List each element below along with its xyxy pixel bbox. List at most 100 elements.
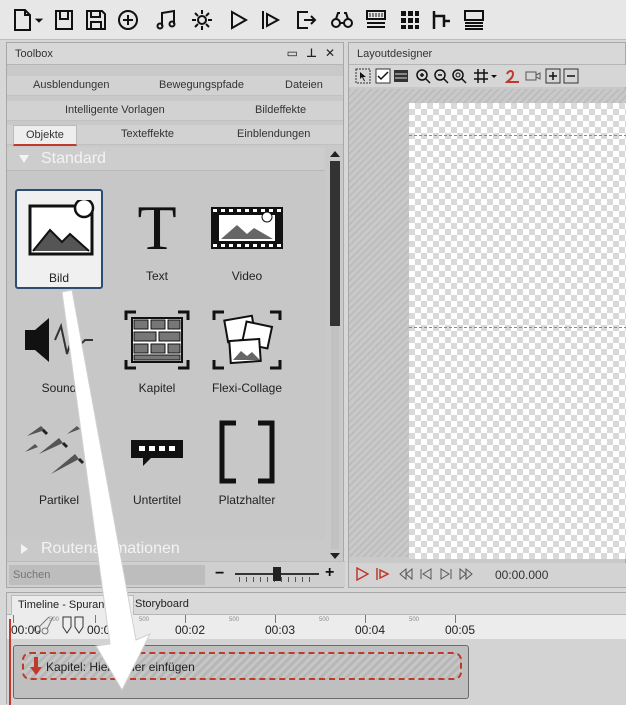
snap-tool-icon[interactable] [375,68,391,84]
object-untertitel-label: Untertitel [132,493,182,507]
play-from-marker-icon[interactable] [375,567,389,581]
tab-intelligente-vorlagen[interactable]: Intelligente Vorlagen [65,104,165,116]
chapter-drop-zone[interactable]: Kapitel: Hier Bilder einfügen [22,652,462,680]
tab-objekte[interactable]: Objekte [13,125,77,146]
ruler-tick [13,615,14,623]
binoculars-icon[interactable] [328,6,356,34]
toolbox-scrollbar[interactable] [329,149,341,561]
object-kapitel[interactable]: Kapitel [113,301,201,401]
step-back-icon[interactable] [419,567,433,581]
step-forward-icon[interactable] [439,567,453,581]
play-icon[interactable] [224,6,252,34]
collage-icon [209,307,285,373]
group-standard-header[interactable]: Standard [7,147,325,171]
object-sound-label: Sound [41,381,77,395]
tab-ausblendungen[interactable]: Ausblendungen [33,79,109,91]
object-partikel[interactable]: Partikel [15,413,103,513]
path-tool-icon[interactable] [505,68,521,84]
tab-texteffekte[interactable]: Texteffekte [121,128,174,140]
storyboard-icon[interactable] [460,6,488,34]
add-frame-icon[interactable] [545,68,561,84]
remove-frame-icon[interactable] [563,68,579,84]
object-bild[interactable]: Bild [15,189,103,289]
group-routen-header[interactable]: Routenanimationen [7,537,325,561]
close-icon[interactable]: ✕ [325,47,335,59]
particles-icon [21,419,97,485]
layout-canvas-area[interactable] [349,89,626,559]
layout-canvas[interactable] [409,103,626,559]
zoom-out-icon[interactable] [433,68,449,84]
grid-icon[interactable] [473,68,489,84]
rewind-icon[interactable] [399,567,413,581]
grid-dropdown-icon[interactable] [489,68,499,84]
add-icon[interactable] [114,6,142,34]
chapter-label: Kapitel: Hier Bilder einfügen [46,660,195,674]
search-input[interactable] [9,565,205,585]
chapter-block[interactable]: Kapitel: Hier Bilder einfügen [13,645,469,699]
tab-row-2: Intelligente Vorlagen Bildeffekte [7,101,343,121]
settings-gear-icon[interactable] [188,6,216,34]
tab-bewegungspfade[interactable]: Bewegungspfade [159,79,244,91]
maximize-icon[interactable]: ▭ [287,47,298,59]
object-sound[interactable]: Sound [15,301,103,401]
scroll-thumb[interactable] [330,161,340,326]
zoom-fit-icon[interactable] [451,68,467,84]
collapse-triangle-icon [19,155,29,163]
icon-size-slider[interactable] [235,567,319,583]
camera-tool-icon[interactable] [525,68,541,84]
save-icon[interactable] [82,6,110,34]
marker-icon[interactable] [61,615,87,635]
zoom-in-icon[interactable] [415,68,431,84]
tab-einblendungen[interactable]: Einblendungen [237,128,310,140]
object-untertitel[interactable]: Untertitel [113,413,201,513]
scroll-down-icon[interactable] [330,553,340,559]
object-grid: Bild T Text Video Sound Kapitel Flexi-Co… [7,171,325,539]
video-filmstrip-icon [209,195,285,261]
ruler-label: 00:05 [445,623,476,637]
ruler-subtick-label: 500 [139,617,150,623]
group-standard-label: Standard [41,150,106,167]
object-platzhalter[interactable]: Platzhalter [203,413,291,513]
layout-view-icon[interactable] [362,6,390,34]
guide-line-top [409,135,626,136]
object-bild-label: Bild [48,271,69,285]
chapter-bricks-icon [119,307,195,373]
tab-storyboard[interactable]: Storyboard [135,598,189,610]
object-flexi-collage[interactable]: Flexi-Collage [203,301,291,401]
image-icon [23,197,99,263]
object-video[interactable]: Video [203,189,291,289]
open-project-icon[interactable] [50,6,78,34]
select-tool-icon[interactable] [355,68,371,84]
dropdown-arrow-icon[interactable] [32,6,46,34]
timeline-track-area[interactable]: Kapitel: Hier Bilder einfügen [7,639,626,705]
fast-forward-icon[interactable] [459,567,473,581]
ruler-tick [275,615,276,623]
group-routen-label: Routenanimationen [41,540,180,557]
play-icon[interactable] [355,567,369,581]
pin-icon[interactable]: ⊥ [306,47,317,59]
layout-designer-header: Layoutdesigner [349,43,625,65]
scroll-up-icon[interactable] [330,151,340,157]
ruler-tick [365,615,366,623]
music-icon[interactable] [152,6,180,34]
export-icon[interactable] [292,6,320,34]
structure-icon[interactable] [428,6,456,34]
ruler-subtick-label: 500 [229,617,240,623]
tab-bildeffekte[interactable]: Bildeffekte [255,104,306,116]
tab-row-3: Objekte Texteffekte Einblendungen [7,125,343,146]
ruler-tick [95,615,96,623]
slider-knob[interactable] [273,567,281,581]
toolbox-header: Toolbox ▭ ⊥ ✕ [7,43,343,65]
grid-view-icon[interactable] [396,6,424,34]
guide-line-middle [409,327,626,328]
tab-timeline-spuransicht[interactable]: Timeline - Spuransicht [11,595,135,615]
layer-tool-icon[interactable] [393,68,409,84]
play-from-position-icon[interactable] [256,6,284,34]
playhead[interactable] [9,619,11,705]
object-text[interactable]: T Text [113,189,201,289]
tab-dateien[interactable]: Dateien [285,79,323,91]
zoom-in-icon[interactable]: + [325,564,334,582]
zoom-out-icon[interactable]: − [215,565,224,583]
time-ruler[interactable]: 500 500 500 500 500 00:00 00:01 00:02 00… [7,615,626,639]
timeline-panel: Timeline - Spuransicht Storyboard 500 50… [6,592,626,705]
